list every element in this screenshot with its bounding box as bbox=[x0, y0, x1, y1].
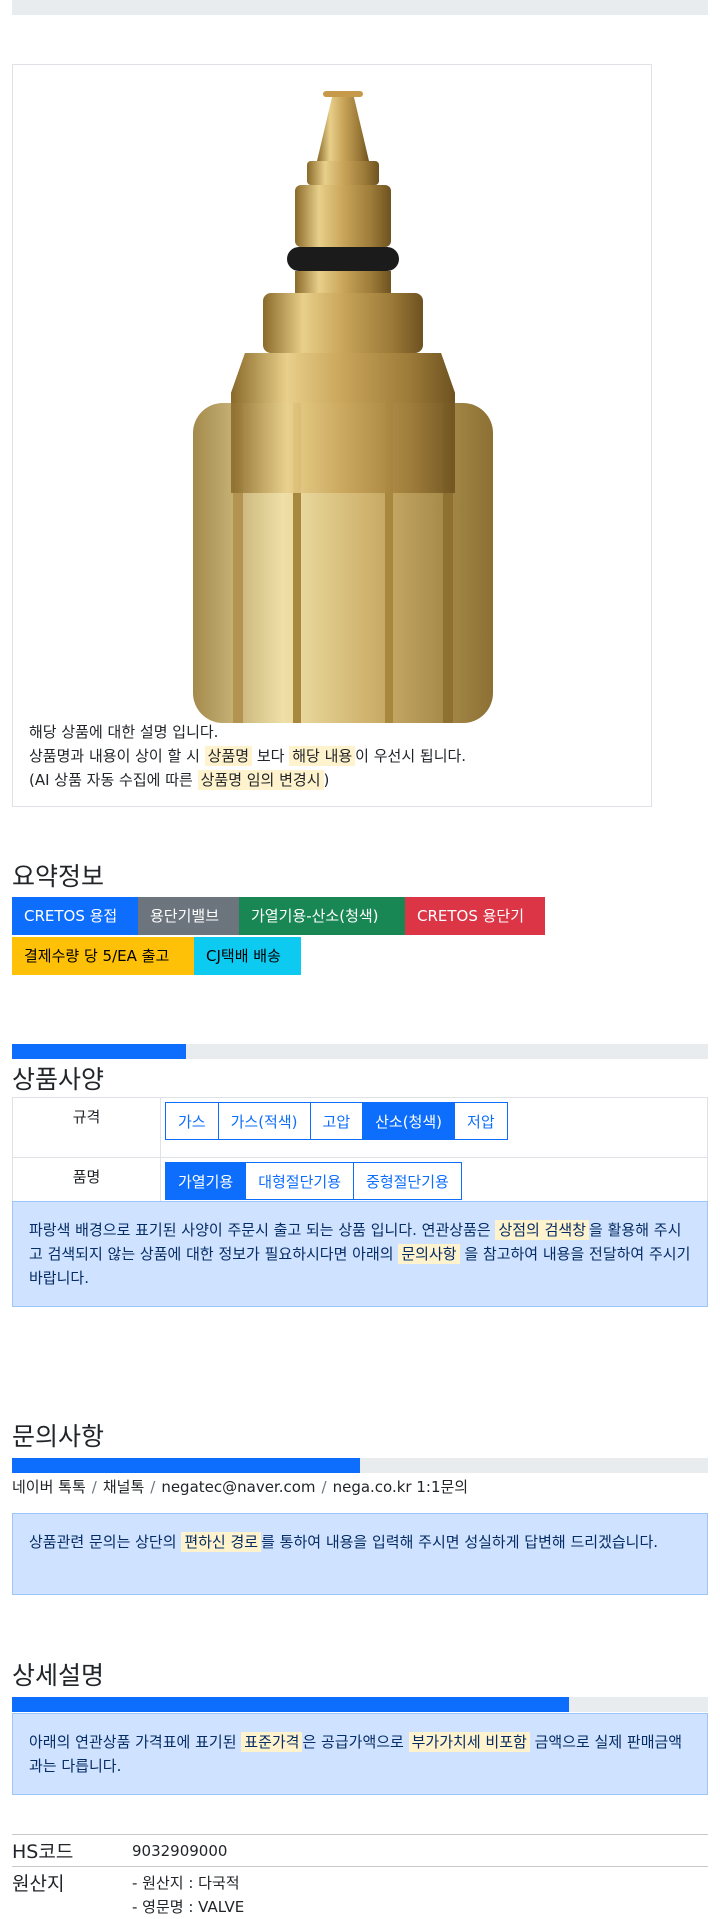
spec-progress bbox=[12, 1044, 708, 1059]
notice-text: 상품관련 문의는 상단의 bbox=[29, 1533, 182, 1551]
caption-line-1: 해당 상품에 대한 설명 입니다. bbox=[29, 723, 219, 741]
hs-code-row: HS코드 9032909000 bbox=[12, 1834, 708, 1867]
summary-badges: CRETOS 용접 용단기밸브 가열기용-산소(청색) CRETOS 용단기 결… bbox=[12, 897, 708, 977]
spec-label: 규격 bbox=[12, 1097, 161, 1158]
spec-option[interactable]: 대형절단기용 bbox=[245, 1162, 355, 1200]
caption-text: (AI 상품 자동 수집에 따른 bbox=[29, 771, 198, 789]
origin-value: - 원산지 : 다국적 - 영문명 : VALVE bbox=[132, 1871, 244, 1919]
caption-line-3: (AI 상품 자동 수집에 따른 상품명 임의 변경시) bbox=[29, 768, 641, 792]
caption-line-2: 상품명과 내용이 상이 할 시 상품명 보다 해당 내용 이 우선시 됩니다. bbox=[29, 744, 641, 768]
caption-text: 보다 bbox=[252, 747, 290, 765]
spec-option[interactable]: 가스(적색) bbox=[217, 1102, 311, 1140]
badge-brand: CRETOS 용접 bbox=[12, 897, 138, 935]
notice-text: 아래의 연관상품 가격표에 표기된 bbox=[29, 1733, 242, 1751]
product-image-card: 해당 상품에 대한 설명 입니다. 상품명과 내용이 상이 할 시 상품명 보다… bbox=[12, 64, 652, 807]
badge-quantity: 결제수량 당 5/EA 출고 bbox=[12, 937, 194, 975]
badge-product: CRETOS 용단기 bbox=[405, 897, 545, 935]
spec-option[interactable]: 중형절단기용 bbox=[353, 1162, 462, 1200]
origin-row: 원산지 - 원산지 : 다국적 - 영문명 : VALVE bbox=[12, 1866, 708, 1918]
detail-notice: 아래의 연관상품 가격표에 표기된 표준가격 은 공급가액으로 부가가치세 비포함… bbox=[12, 1713, 708, 1795]
inquiry-notice: 상품관련 문의는 상단의 편하신 경로 를 통하여 내용을 입력해 주시면 성실하… bbox=[12, 1513, 708, 1595]
spec-option[interactable]: 고압 bbox=[309, 1102, 364, 1140]
hs-code-value: 9032909000 bbox=[132, 1842, 228, 1860]
notice-text: 은 공급가액으로 bbox=[302, 1733, 409, 1751]
caption-highlight: 해당 내용 bbox=[289, 746, 356, 766]
spec-option-selected[interactable]: 산소(청색) bbox=[362, 1102, 456, 1140]
product-image bbox=[193, 91, 493, 723]
badge-category: 용단기밸브 bbox=[138, 897, 239, 935]
notice-highlight: 편하신 경로 bbox=[181, 1532, 262, 1552]
link-naver-talk[interactable]: 네이버 톡톡 bbox=[12, 1478, 86, 1496]
notice-text: 를 통하여 내용을 입력해 주시면 성실하게 답변해 드리겠습니다. bbox=[261, 1533, 659, 1551]
inquiry-links: 네이버 톡톡 / 채널톡 / negatec@naver.com / nega.co.kr … bbox=[12, 1476, 468, 1497]
spec-title: 상품사양 bbox=[12, 1065, 105, 1094]
spec-option-selected[interactable]: 가열기용 bbox=[165, 1162, 247, 1200]
link-email[interactable]: negatec@naver.com bbox=[161, 1478, 315, 1496]
badge-shipping: CJ택배 배송 bbox=[194, 937, 301, 975]
detail-progress-fill bbox=[12, 1697, 569, 1712]
detail-title: 상세설명 bbox=[12, 1661, 105, 1690]
inquiry-progress bbox=[12, 1458, 708, 1473]
spec-option-group: 가열기용 대형절단기용 중형절단기용 bbox=[165, 1162, 707, 1200]
caption-text: 이 우선시 됩니다. bbox=[355, 747, 467, 765]
badge-spec: 가열기용-산소(청색) bbox=[239, 897, 405, 935]
notice-text: 파랑색 배경으로 표기된 사양이 주문시 출고 되는 상품 입니다. 연관상품은 bbox=[29, 1221, 496, 1239]
caption-highlight: 상품명 bbox=[204, 746, 253, 766]
inquiry-title: 문의사항 bbox=[12, 1422, 105, 1451]
link-separator: / bbox=[91, 1478, 97, 1496]
origin-country: - 원산지 : 다국적 bbox=[132, 1874, 240, 1892]
spec-table: 규격 가스 가스(적색) 고압 산소(청색) 저압 품명 가열기용 대형절단기용… bbox=[12, 1097, 708, 1218]
inquiry-progress-fill bbox=[12, 1458, 360, 1473]
link-site-inquiry[interactable]: nega.co.kr 1:1문의 bbox=[333, 1478, 469, 1496]
top-strip bbox=[12, 0, 708, 15]
link-separator: / bbox=[150, 1478, 156, 1496]
spec-option[interactable]: 가스 bbox=[165, 1102, 219, 1140]
notice-highlight: 부가가치세 비포함 bbox=[408, 1732, 530, 1752]
caption-text: ) bbox=[323, 771, 330, 789]
caption-highlight: 상품명 임의 변경시 bbox=[197, 770, 324, 790]
summary-title: 요약정보 bbox=[12, 862, 105, 891]
origin-english-name: - 영문명 : VALVE bbox=[132, 1898, 245, 1916]
spec-row: 규격 가스 가스(적색) 고압 산소(청색) 저압 bbox=[12, 1097, 708, 1158]
spec-options-cell: 가스 가스(적색) 고압 산소(청색) 저압 bbox=[160, 1097, 708, 1158]
origin-label: 원산지 bbox=[12, 1873, 65, 1895]
notice-highlight: 표준가격 bbox=[241, 1732, 303, 1752]
spec-option[interactable]: 저압 bbox=[454, 1102, 508, 1140]
notice-highlight: 문의사항 bbox=[398, 1244, 460, 1264]
notice-highlight: 상점의 검색창 bbox=[495, 1220, 590, 1240]
caption-text: 상품명과 내용이 상이 할 시 bbox=[29, 747, 205, 765]
spec-notice: 파랑색 배경으로 표기된 사양이 주문시 출고 되는 상품 입니다. 연관상품은… bbox=[12, 1201, 708, 1307]
detail-progress bbox=[12, 1697, 708, 1712]
product-caption: 해당 상품에 대한 설명 입니다. 상품명과 내용이 상이 할 시 상품명 보다… bbox=[29, 720, 641, 792]
link-separator: / bbox=[321, 1478, 327, 1496]
hs-code-label: HS코드 bbox=[12, 1841, 74, 1863]
link-channel-talk[interactable]: 채널톡 bbox=[103, 1478, 144, 1496]
spec-progress-fill bbox=[12, 1044, 186, 1059]
spec-option-group: 가스 가스(적색) 고압 산소(청색) 저압 bbox=[165, 1102, 707, 1140]
